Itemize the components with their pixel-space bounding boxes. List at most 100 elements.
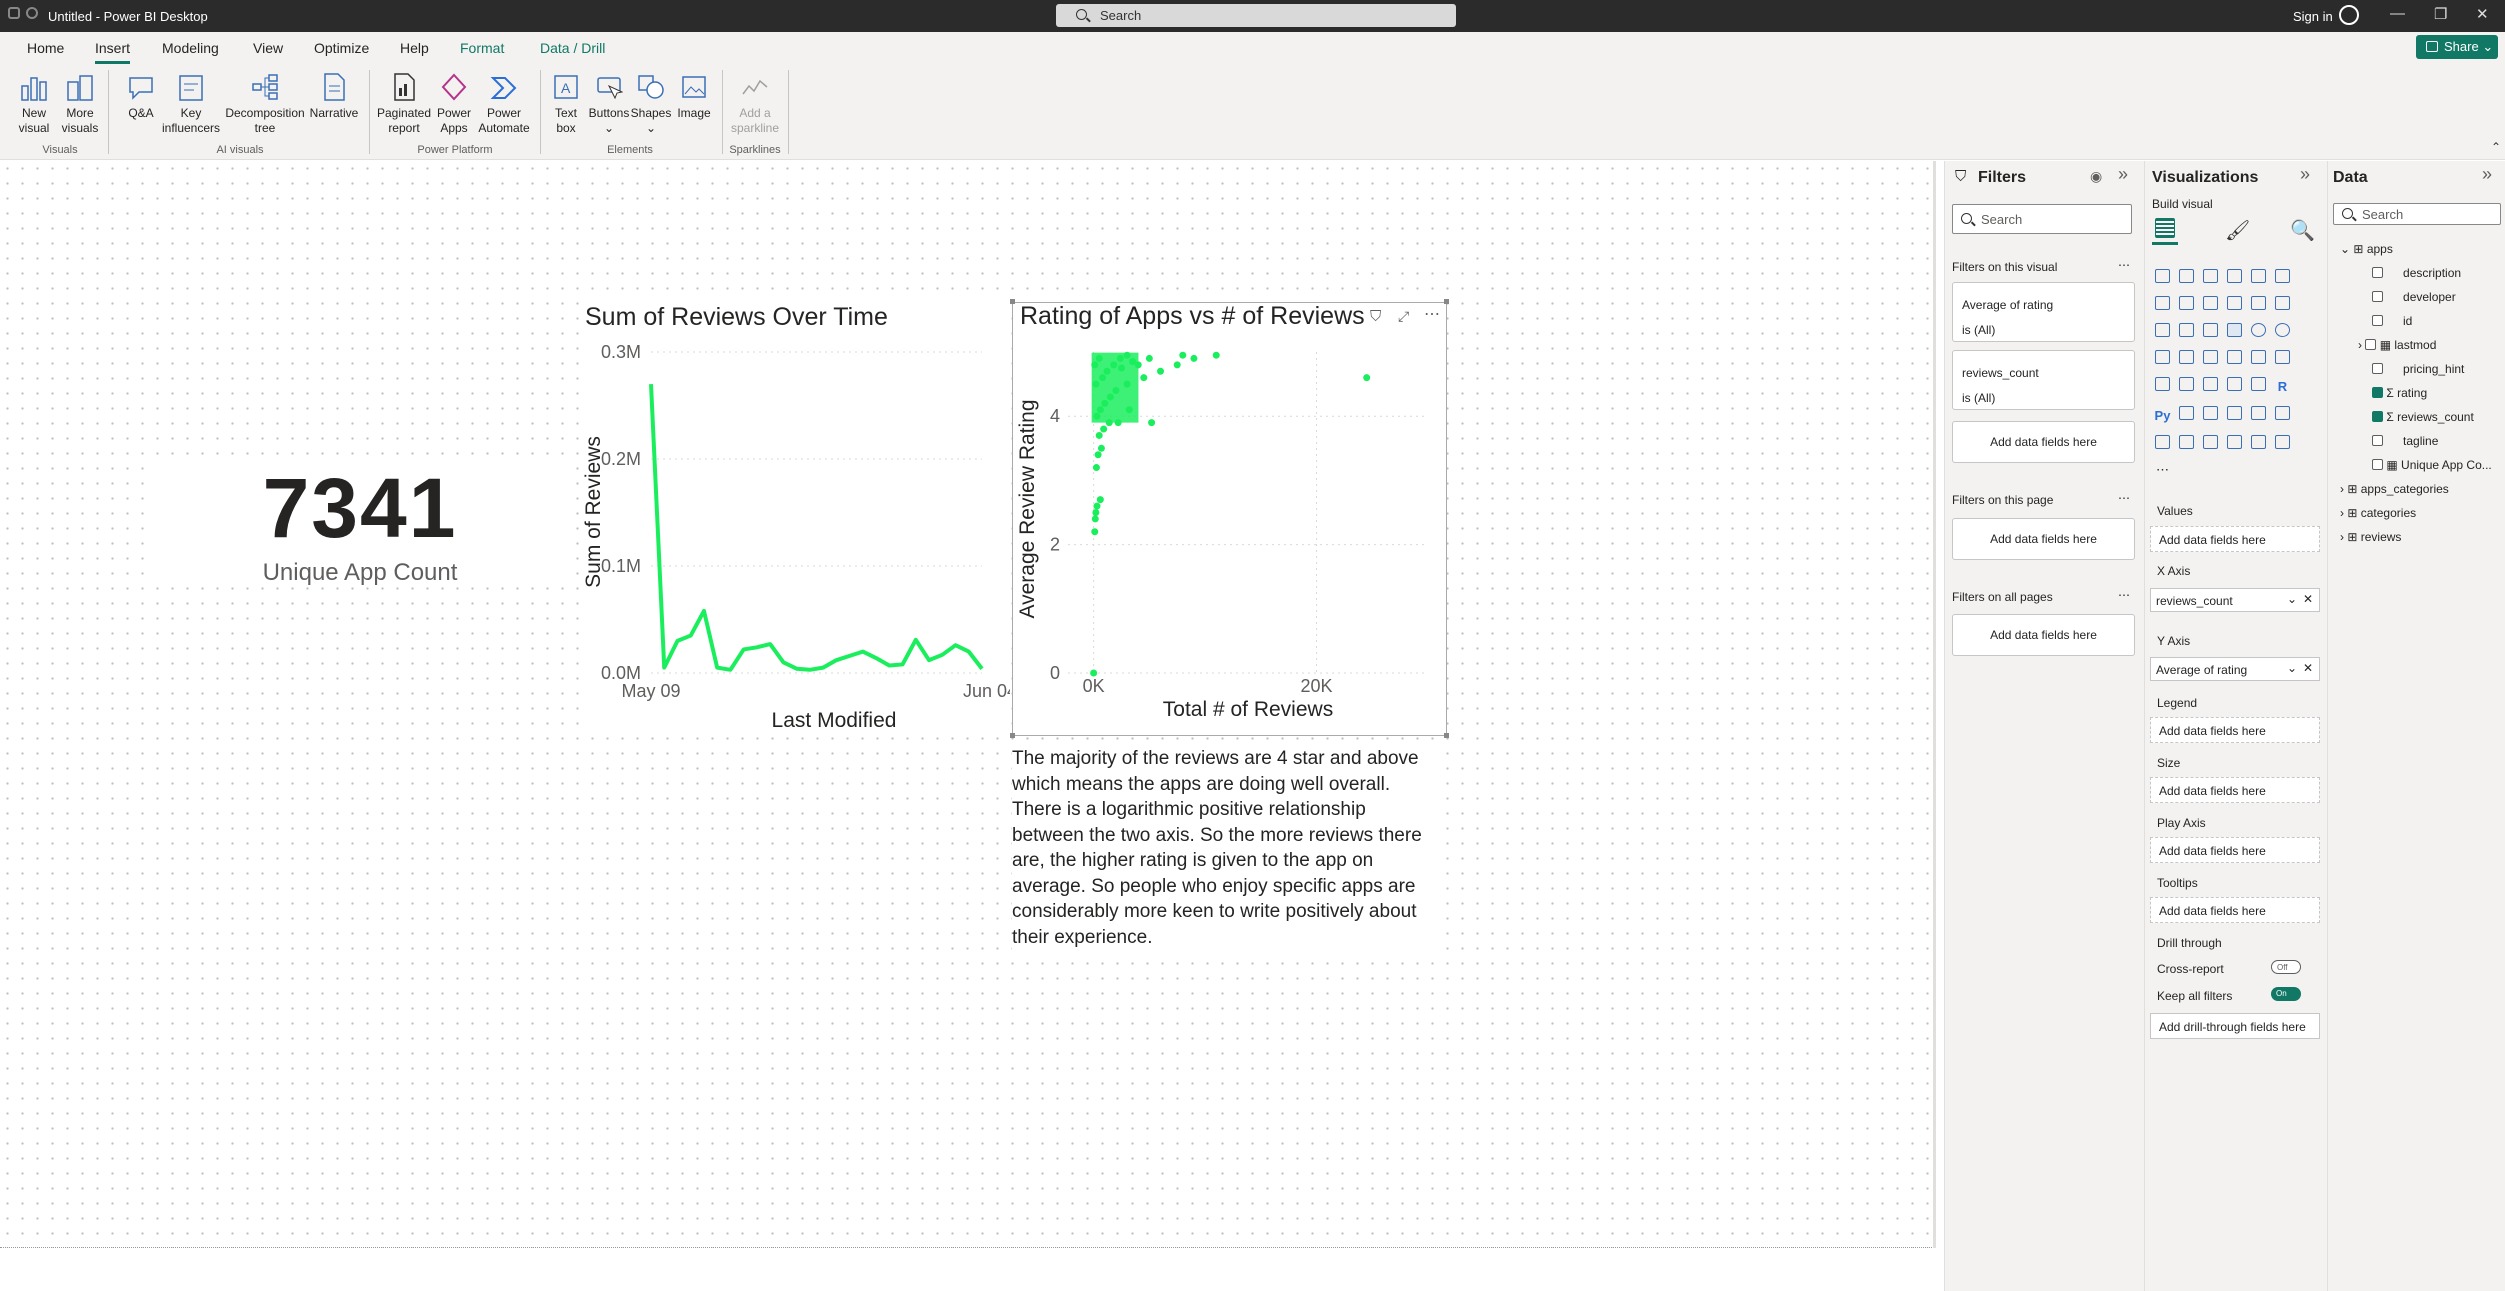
qa-button[interactable]: Q&A (124, 72, 158, 121)
tab-format[interactable]: Format (460, 40, 504, 56)
tab-insert[interactable]: Insert (95, 40, 131, 64)
checkbox[interactable] (2372, 315, 2383, 326)
add-sparkline-button[interactable]: Add a sparkline (728, 72, 782, 136)
remove-field-icon[interactable]: ✕ (2303, 661, 2313, 675)
undo-icon[interactable] (26, 7, 38, 19)
checkbox[interactable] (2365, 339, 2377, 350)
line-chart-icon[interactable] (2152, 296, 2173, 317)
eye-icon[interactable]: ◉ (2090, 168, 2102, 185)
chevron-right-icon[interactable]: › (2340, 482, 2344, 496)
checkbox[interactable] (2372, 291, 2383, 302)
field-id[interactable]: id (2372, 314, 2412, 328)
r-visual-icon[interactable]: R (2272, 379, 2293, 400)
more-options-icon[interactable]: ⋯ (2118, 258, 2130, 272)
save-icon[interactable] (8, 7, 20, 19)
close-button[interactable]: ✕ (2476, 5, 2489, 23)
minimize-button[interactable]: — (2390, 5, 2405, 22)
decomposition-tree-button[interactable]: Decomposition tree (224, 72, 306, 136)
x-axis-field[interactable]: reviews_count ⌄ ✕ (2150, 588, 2320, 612)
line-column-icon[interactable] (2248, 296, 2269, 317)
field-description[interactable]: description (2372, 266, 2461, 280)
play-axis-well[interactable]: Add data fields here (2150, 837, 2320, 863)
resize-handle[interactable] (1010, 299, 1015, 304)
stacked-area-icon[interactable] (2200, 296, 2221, 317)
drill-through-well[interactable]: Add drill-through fields here (2150, 1013, 2320, 1039)
keep-filters-toggle[interactable]: On (2271, 987, 2301, 1001)
analytics-icon[interactable]: 🔍 (2290, 218, 2315, 243)
line-chart-visual[interactable]: Sum of Reviews Over Time 0.0M 0.1M 0.2M 0.3… (582, 300, 1010, 736)
power-apps-button[interactable]: Power Apps (434, 72, 474, 136)
collapse-ribbon-icon[interactable]: ⌃ (2491, 140, 2501, 154)
shape-map-icon[interactable] (2200, 350, 2221, 371)
matrix-icon[interactable] (2248, 377, 2269, 398)
buttons-button[interactable]: Buttons ⌄ (586, 72, 632, 136)
field-tagline[interactable]: tagline (2372, 434, 2438, 448)
tab-home[interactable]: Home (27, 40, 64, 56)
text-box-button[interactable]: A Text box (548, 72, 584, 136)
multi-row-card-icon[interactable] (2152, 377, 2173, 398)
waterfall-icon[interactable] (2152, 323, 2173, 344)
cross-report-toggle[interactable]: Off (2271, 960, 2301, 974)
qa-visual-icon[interactable] (2224, 406, 2245, 427)
power-apps-visual-icon[interactable] (2200, 435, 2221, 456)
tab-help[interactable]: Help (400, 40, 429, 56)
card-icon[interactable] (2272, 350, 2293, 371)
donut-chart-icon[interactable] (2272, 323, 2293, 344)
narrative-button[interactable]: Narrative (306, 72, 362, 121)
power-automate-visual-icon[interactable] (2224, 435, 2245, 456)
resize-handle[interactable] (1444, 299, 1449, 304)
title-search-box[interactable]: Search (1056, 4, 1456, 27)
key-influencers-visual-icon[interactable] (2176, 406, 2197, 427)
size-well[interactable]: Add data fields here (2150, 777, 2320, 803)
chevron-right-icon[interactable]: › (2358, 338, 2362, 352)
paginated-visual-icon[interactable] (2152, 435, 2173, 456)
filters-all-add-field[interactable]: Add data fields here (1952, 614, 2135, 656)
table-categories[interactable]: › ⊞ categories (2340, 506, 2416, 520)
funnel-icon[interactable] (2176, 323, 2197, 344)
tab-view[interactable]: View (253, 40, 283, 56)
chevron-down-icon[interactable]: ⌄ (2287, 592, 2297, 606)
map-icon[interactable] (2152, 350, 2173, 371)
filters-page-add-field[interactable]: Add data fields here (1952, 518, 2135, 560)
checkbox[interactable] (2372, 363, 2383, 374)
power-automate-button[interactable]: Power Automate (476, 72, 532, 136)
azure-map-icon[interactable] (2224, 350, 2245, 371)
build-visual-tab[interactable] (2152, 215, 2178, 245)
line-clustered-icon[interactable] (2272, 296, 2293, 317)
table-apps-categories[interactable]: › ⊞ apps_categories (2340, 482, 2449, 496)
remove-field-icon[interactable]: ✕ (2303, 592, 2313, 606)
pie-chart-icon[interactable] (2248, 323, 2269, 344)
100-column-icon[interactable] (2272, 269, 2293, 290)
values-well[interactable]: Add data fields here (2150, 526, 2320, 552)
legend-well[interactable]: Add data fields here (2150, 717, 2320, 743)
resize-handle[interactable] (1444, 733, 1449, 738)
key-influencers-button[interactable]: Key influencers (160, 72, 222, 136)
collapse-data-icon[interactable]: » (2482, 164, 2492, 185)
collapse-filters-icon[interactable]: » (2118, 164, 2128, 185)
chevron-right-icon[interactable]: › (2340, 530, 2344, 544)
paginated-report-button[interactable]: Paginated report (374, 72, 434, 136)
diamond-visual-icon[interactable] (2248, 435, 2269, 456)
checkbox[interactable] (2372, 459, 2383, 470)
filter-card-reviews-count[interactable]: reviews_count is (All) (1952, 350, 2135, 410)
stacked-bar-icon[interactable] (2152, 269, 2173, 290)
kpi-card[interactable]: 7341 Unique App Count (150, 460, 570, 587)
filters-visual-add-field[interactable]: Add data fields here (1952, 421, 2135, 463)
more-visuals-button[interactable]: More visuals (60, 72, 100, 136)
tab-modeling[interactable]: Modeling (162, 40, 219, 56)
arcgis-icon[interactable] (2176, 435, 2197, 456)
field-reviews-count[interactable]: Σ reviews_count (2372, 410, 2474, 424)
slicer-icon[interactable] (2200, 377, 2221, 398)
scatter-chart-icon[interactable] (2224, 323, 2245, 344)
field-rating[interactable]: Σ rating (2372, 386, 2427, 400)
checkbox[interactable] (2372, 267, 2383, 278)
user-icon[interactable] (2339, 5, 2359, 25)
clustered-bar-icon[interactable] (2200, 269, 2221, 290)
more-options-icon[interactable]: ⋯ (2118, 588, 2130, 602)
checkbox-checked[interactable] (2372, 411, 2383, 422)
filled-map-icon[interactable] (2176, 350, 2197, 371)
sign-in-link[interactable]: Sign in (2293, 9, 2333, 24)
ribbon-chart-icon[interactable] (2224, 296, 2245, 317)
resize-handle[interactable] (1010, 733, 1015, 738)
gauge-icon[interactable] (2248, 350, 2269, 371)
